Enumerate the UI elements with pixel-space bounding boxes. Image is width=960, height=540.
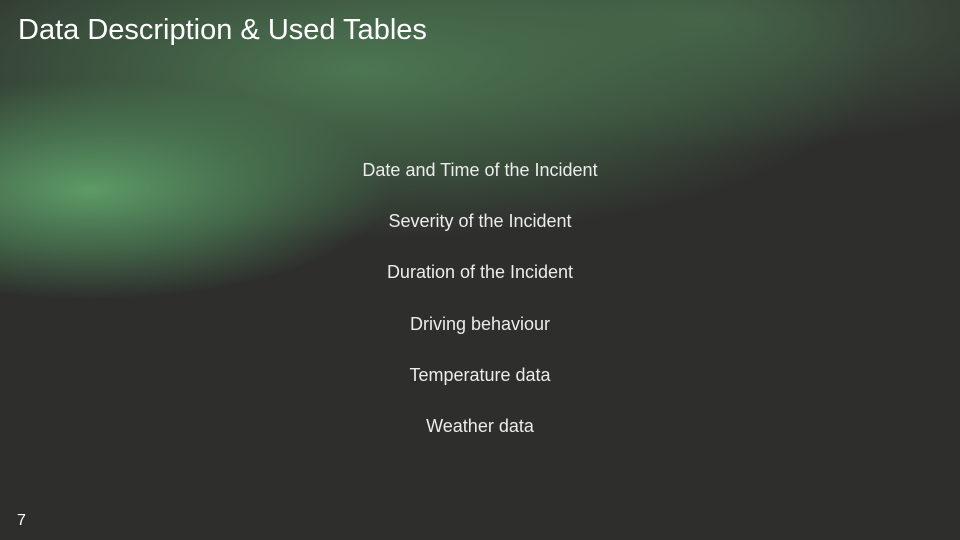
list-item: Date and Time of the Incident [362, 160, 598, 180]
page-number: 7 [17, 512, 26, 529]
list-item: Temperature data [409, 364, 551, 385]
list-item: Driving behaviour [409, 313, 551, 334]
list-item: Severity of the Incident [388, 211, 572, 232]
list-item: Weather data [426, 415, 534, 436]
data-items-list: Date and Time of the Incident Severity o… [0, 158, 960, 465]
list-item: Duration of the Incident [386, 262, 574, 283]
slide: Data Description & Used Tables Date and … [0, 0, 960, 540]
slide-title: Data Description & Used Tables [18, 14, 427, 46]
